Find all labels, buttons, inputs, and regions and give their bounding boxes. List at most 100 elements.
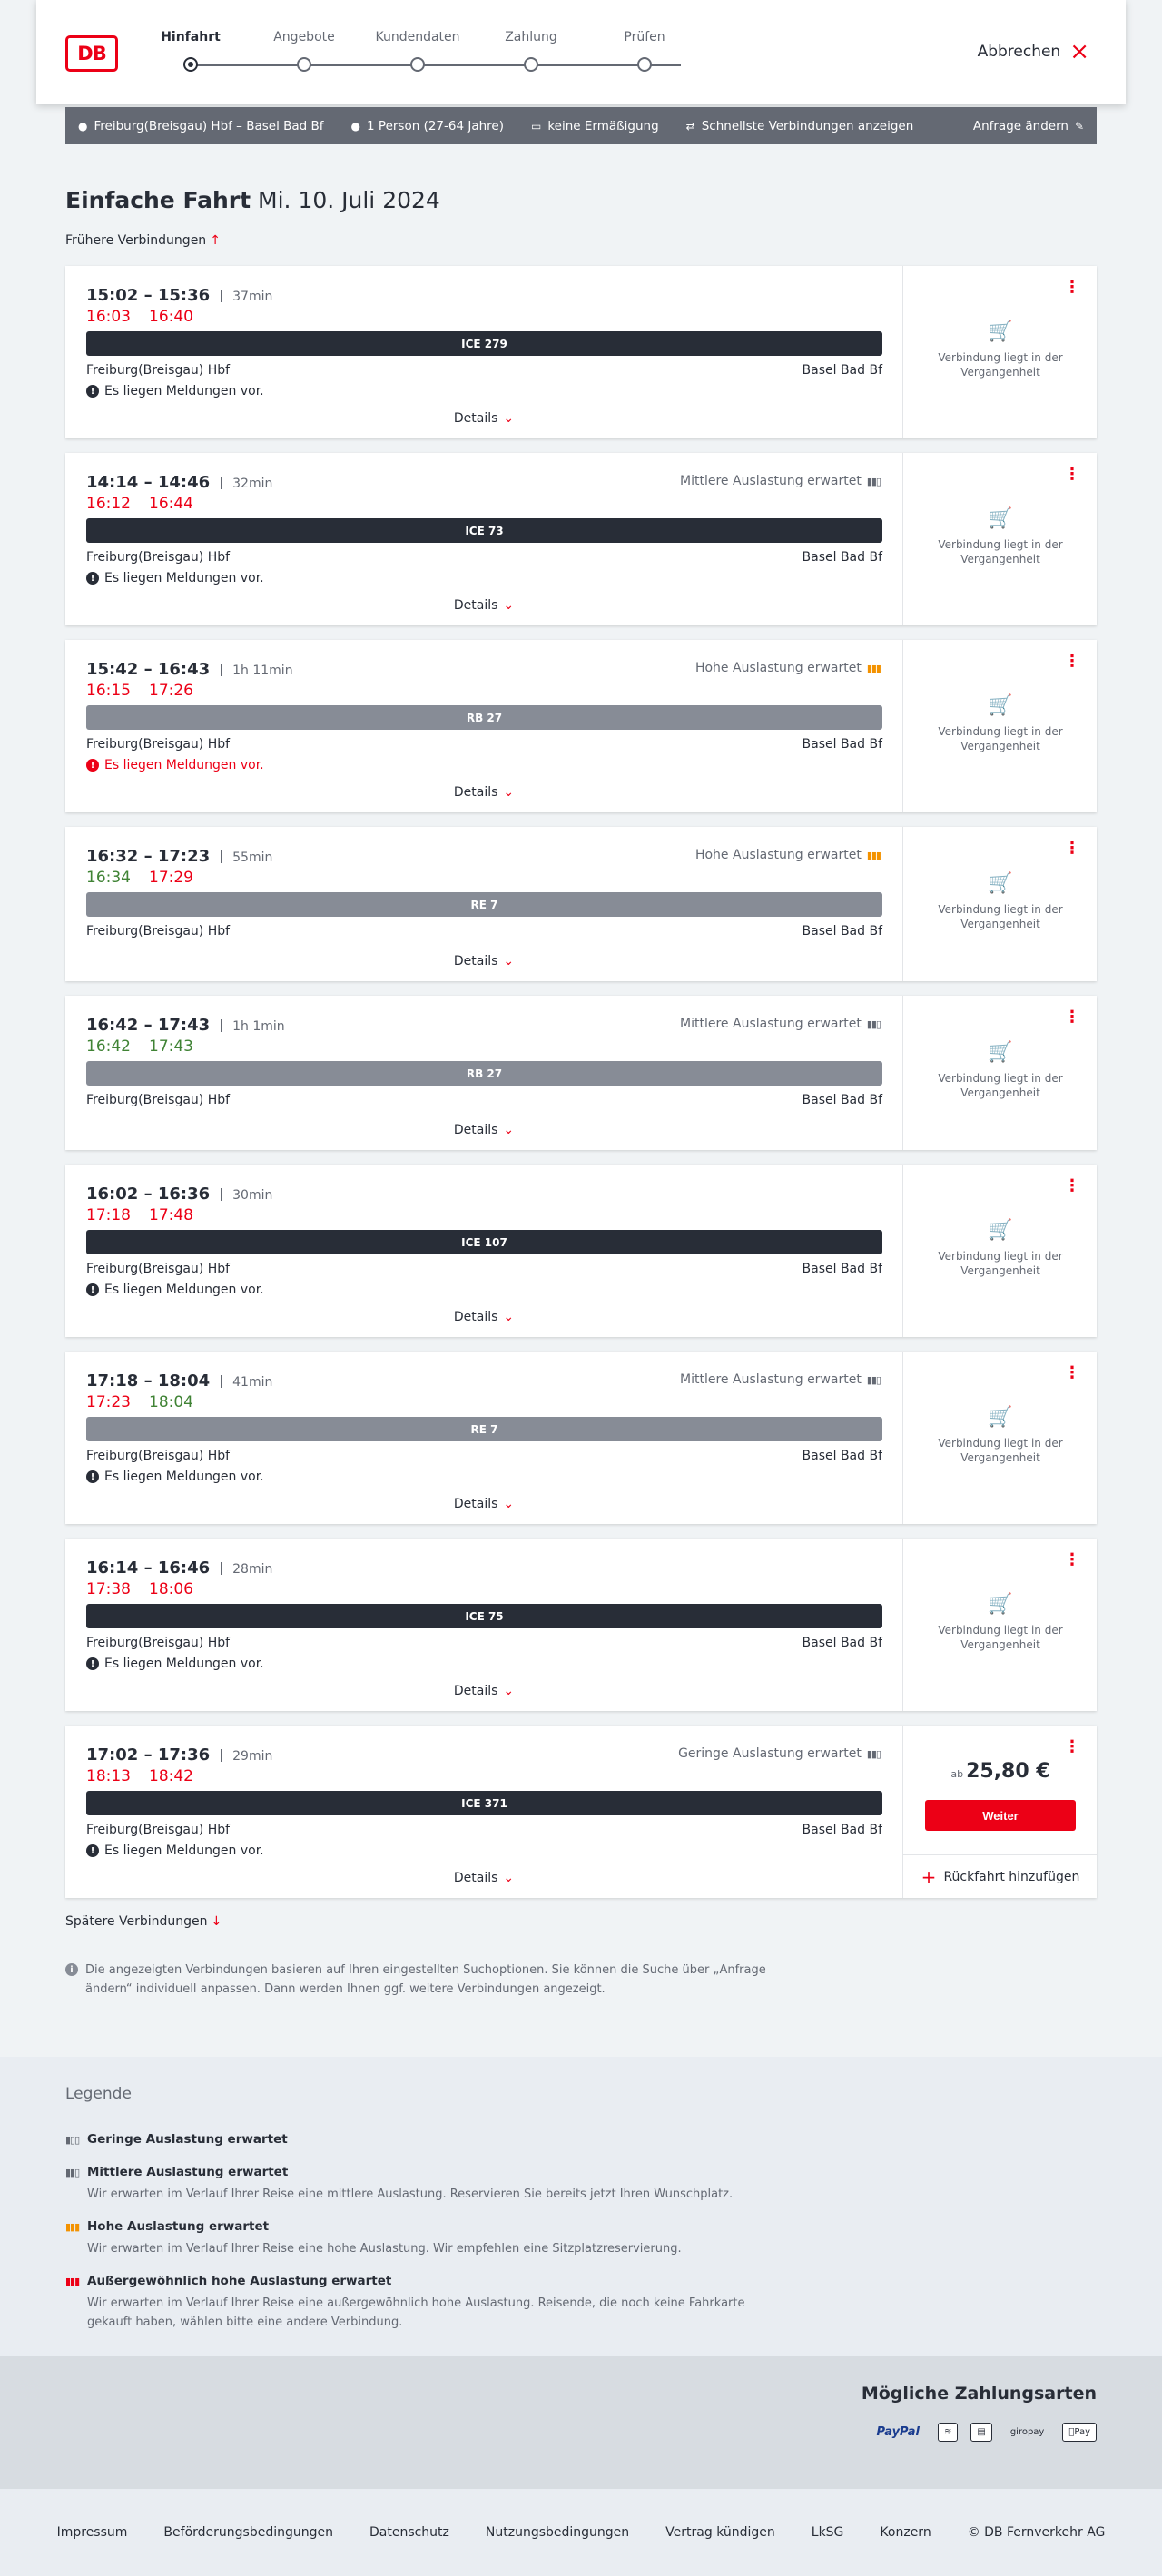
notice-message[interactable]: ! Es liegen Meldungen vor.	[86, 1657, 264, 1671]
planned-times: 17:02 – 17:36 29min	[86, 1745, 273, 1765]
details-toggle[interactable]: Details ⌄	[65, 1871, 902, 1885]
change-request-link[interactable]: Anfrage ändern ✎	[973, 119, 1084, 133]
details-toggle[interactable]: Details ⌄	[65, 1497, 902, 1511]
footer-link[interactable]: LkSG	[812, 2525, 844, 2540]
more-options-icon[interactable]: ⋮	[1064, 278, 1080, 297]
price: ab 25,80 €	[950, 1760, 1050, 1783]
more-options-icon[interactable]: ⋮	[1064, 1737, 1080, 1756]
destination-station: Basel Bad Bf	[802, 1636, 882, 1650]
later-connections-link[interactable]: Spätere Verbindungen ↓	[65, 1914, 222, 1929]
footer-link[interactable]: Konzern	[880, 2525, 931, 2540]
notice-message[interactable]: ! Es liegen Meldungen vor.	[86, 758, 264, 772]
realtime-times: 16:15 17:26	[86, 682, 212, 700]
realtime-arrival: 16:44	[149, 495, 193, 513]
step-pruefen: Prüfen	[624, 30, 665, 44]
connection-card: 16:02 – 16:36 30min 17:18 17:48 ICE 107 Fr…	[65, 1165, 1097, 1337]
connection-info[interactable]: 17:02 – 17:36 29min 18:13 18:42 Geringe Au…	[65, 1726, 902, 1898]
notice-message[interactable]: ! Es liegen Meldungen vor.	[86, 1844, 264, 1858]
option-summary: ⇄ Schnellste Verbindungen anzeigen	[685, 118, 914, 133]
planned-times: 14:14 – 14:46 32min	[86, 473, 273, 492]
alert-icon: !	[86, 1283, 99, 1296]
origin-station: Freiburg(Breisgau) Hbf	[86, 550, 231, 565]
person-icon: ●	[350, 119, 361, 133]
footer-link[interactable]: Datenschutz	[369, 2525, 449, 2540]
occupancy-icon: ▮▮▮	[866, 663, 881, 674]
planned-times: 15:42 – 16:43 1h 11min	[86, 660, 293, 679]
train-bar: ICE 75	[86, 1604, 882, 1628]
db-logo[interactable]: DB	[65, 35, 118, 72]
destination-station: Basel Bad Bf	[802, 1823, 882, 1837]
offer-panel: ⋮ 🛒 Verbindung liegt in der Vergangenheit	[902, 266, 1097, 438]
details-toggle[interactable]: Details ⌄	[65, 1684, 902, 1698]
occupancy-indicator: Geringe Auslastung erwartet ▮▮▯	[678, 1746, 881, 1761]
step-hinfahrt: Hinfahrt	[161, 30, 221, 44]
connection-card: 15:02 – 15:36 37min 16:03 16:40 ICE 279 Fr…	[65, 266, 1097, 438]
notice-message[interactable]: ! Es liegen Meldungen vor.	[86, 1283, 264, 1297]
connection-info[interactable]: 16:14 – 16:46 28min 17:38 18:06 ICE 75 Fre…	[65, 1539, 902, 1711]
connection-info[interactable]: 15:02 – 15:36 37min 16:03 16:40 ICE 279 Fr…	[65, 266, 902, 438]
footer-link[interactable]: © DB Fernverkehr AG	[968, 2525, 1106, 2540]
search-info-text: i Die angezeigten Verbindungen basieren …	[65, 1961, 773, 1999]
details-toggle[interactable]: Details ⌄	[65, 1310, 902, 1324]
footer-link[interactable]: Vertrag kündigen	[665, 2525, 775, 2540]
chevron-down-icon: ⌄	[503, 1123, 515, 1137]
details-toggle[interactable]: Details ⌄	[65, 785, 902, 800]
alert-icon: !	[86, 1470, 99, 1483]
footer-link[interactable]: Beförderungsbedingungen	[163, 2525, 333, 2540]
cart-icon: 🛒	[988, 694, 1013, 717]
step-dot-kundendaten	[410, 57, 425, 72]
occupancy-low-icon: ▮▯▯	[65, 2134, 80, 2146]
notice-message[interactable]: ! Es liegen Meldungen vor.	[86, 384, 264, 398]
occupancy-indicator: Hohe Auslastung erwartet ▮▮▮	[694, 848, 881, 862]
train-bar: RE 7	[86, 1417, 882, 1441]
footer-link[interactable]: Impressum	[57, 2525, 128, 2540]
occupancy-medium-icon: ▮▮▯	[65, 2167, 80, 2178]
past-connection-note: 🛒 Verbindung liegt in der Vergangenheit	[903, 694, 1098, 753]
chevron-down-icon: ⌄	[503, 411, 515, 426]
chevron-down-icon: ⌄	[503, 1871, 515, 1885]
step-dot-hinfahrt	[183, 57, 198, 72]
realtime-departure: 18:13	[86, 1767, 131, 1785]
cart-icon: 🛒	[988, 507, 1013, 530]
notice-message[interactable]: ! Es liegen Meldungen vor.	[86, 571, 264, 585]
realtime-arrival: 17:43	[149, 1037, 193, 1056]
more-options-icon[interactable]: ⋮	[1064, 1008, 1080, 1027]
destination-station: Basel Bad Bf	[802, 550, 882, 565]
notice-message[interactable]: ! Es liegen Meldungen vor.	[86, 1470, 264, 1484]
connection-info[interactable]: 17:18 – 18:04 41min 17:23 18:04 Mittlere A…	[65, 1352, 902, 1524]
earlier-connections-link[interactable]: Frühere Verbindungen ↑	[65, 233, 221, 248]
more-options-icon[interactable]: ⋮	[1064, 652, 1080, 671]
connection-info[interactable]: 16:02 – 16:36 30min 17:18 17:48 ICE 107 Fr…	[65, 1165, 902, 1337]
duration: 55min	[232, 850, 273, 865]
continue-button[interactable]: Weiter	[925, 1800, 1076, 1831]
details-toggle[interactable]: Details ⌄	[65, 411, 902, 426]
alert-icon: !	[86, 1844, 99, 1857]
details-toggle[interactable]: Details ⌄	[65, 598, 902, 613]
destination-station: Basel Bad Bf	[802, 363, 882, 378]
connection-info[interactable]: 14:14 – 14:46 32min 16:12 16:44 Mittlere A…	[65, 453, 902, 625]
connection-info[interactable]: 16:42 – 17:43 1h 1min 16:42 17:43 Mittlere…	[65, 996, 902, 1150]
realtime-times: 16:42 17:43	[86, 1037, 212, 1056]
destination-station: Basel Bad Bf	[802, 1449, 882, 1463]
train-bar: RB 27	[86, 1061, 882, 1086]
past-connection-note: 🛒 Verbindung liegt in der Vergangenheit	[903, 322, 1098, 379]
more-options-icon[interactable]: ⋮	[1064, 1550, 1080, 1569]
connection-card: 15:42 – 16:43 1h 11min 16:15 17:26 Hohe Au…	[65, 640, 1097, 812]
footer-link[interactable]: Nutzungsbedingungen	[486, 2525, 629, 2540]
more-options-icon[interactable]: ⋮	[1064, 465, 1080, 484]
occupancy-extreme-icon: ▮▮▮	[65, 2276, 80, 2287]
origin-station: Freiburg(Breisgau) Hbf	[86, 1449, 231, 1463]
more-options-icon[interactable]: ⋮	[1064, 1176, 1080, 1195]
cancel-button[interactable]: Abbrechen ×	[978, 40, 1089, 64]
offer-panel: ⋮ 🛒 Verbindung liegt in der Vergangenheit	[902, 1352, 1097, 1524]
connection-card: 16:14 – 16:46 28min 17:38 18:06 ICE 75 Fre…	[65, 1539, 1097, 1711]
details-toggle[interactable]: Details ⌄	[65, 1123, 902, 1137]
add-return-button[interactable]: + Rückfahrt hinzufügen	[903, 1854, 1098, 1898]
connection-info[interactable]: 15:42 – 16:43 1h 11min 16:15 17:26 Hohe Au…	[65, 640, 902, 812]
connection-card: 16:32 – 17:23 55min 16:34 17:29 Hohe Ausla…	[65, 827, 1097, 981]
more-options-icon[interactable]: ⋮	[1064, 1363, 1080, 1382]
connection-info[interactable]: 16:32 – 17:23 55min 16:34 17:29 Hohe Ausla…	[65, 827, 902, 981]
origin-station: Freiburg(Breisgau) Hbf	[86, 924, 231, 939]
more-options-icon[interactable]: ⋮	[1064, 839, 1080, 858]
details-toggle[interactable]: Details ⌄	[65, 954, 902, 968]
